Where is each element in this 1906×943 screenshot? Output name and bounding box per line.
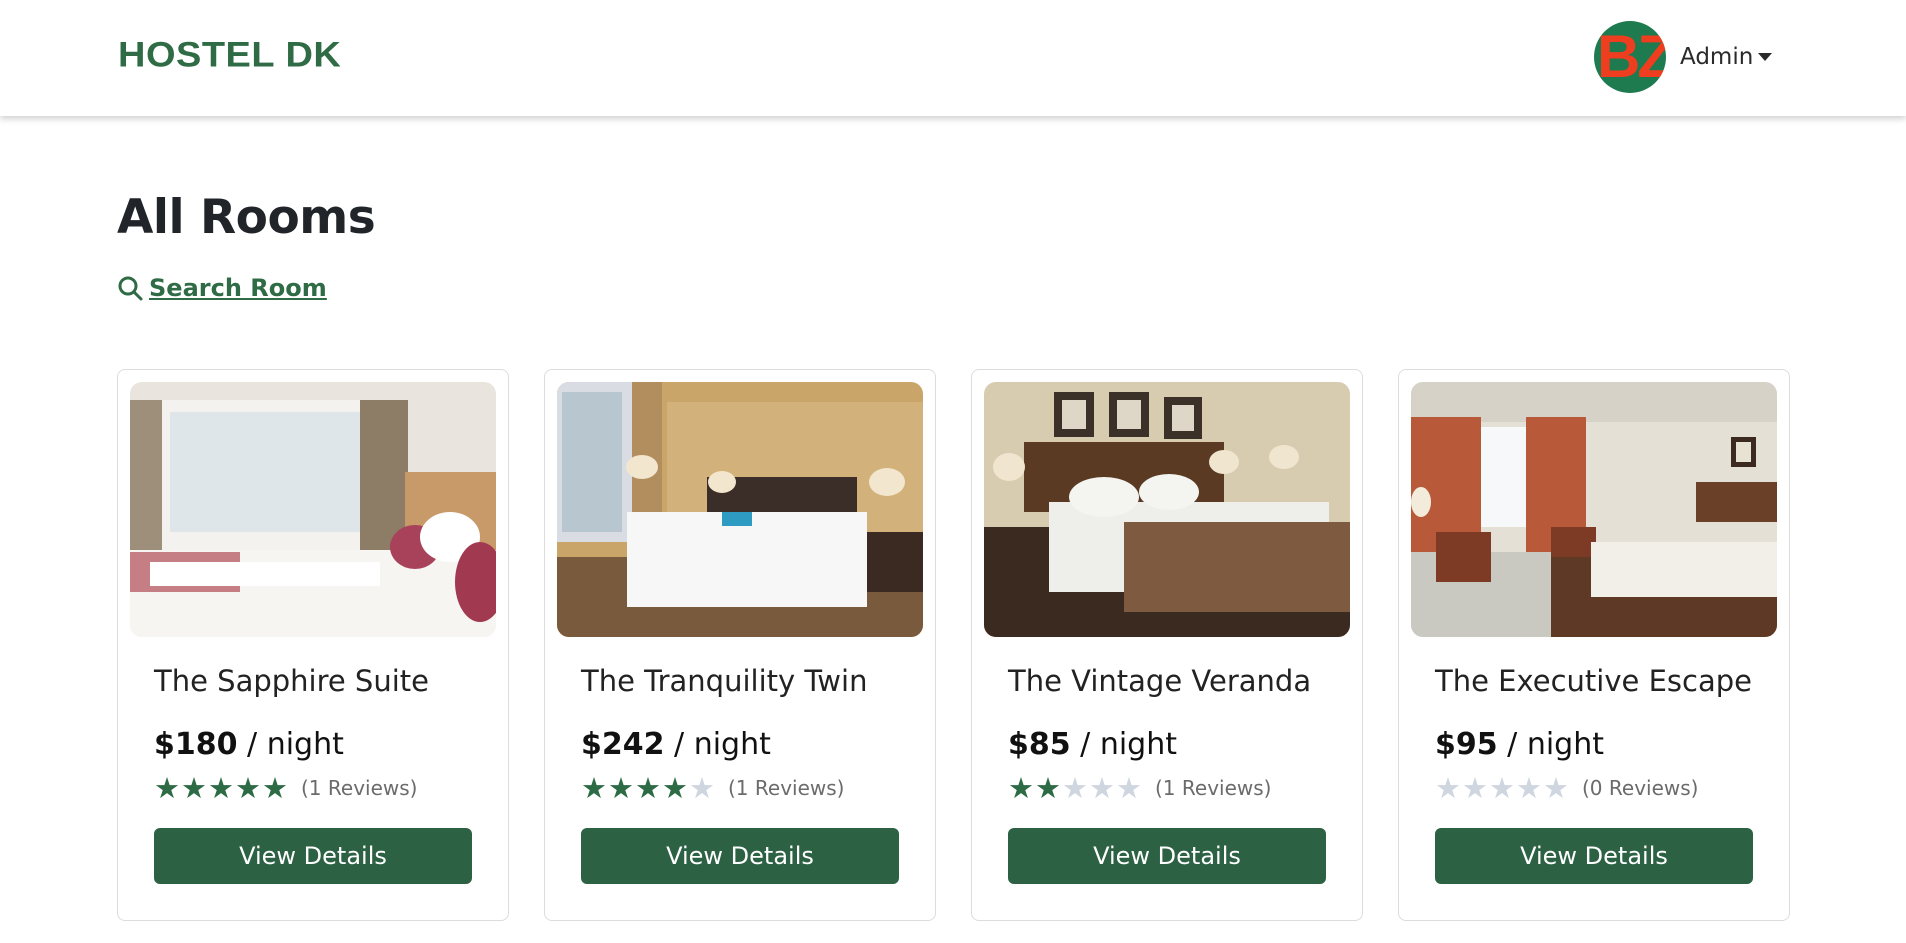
caret-down-icon[interactable] [1758, 53, 1773, 61]
room-card: The Executive Escape $95 / night ★ ★ ★ ★ ★ (0… [1398, 369, 1790, 921]
price-unit: / night [1507, 727, 1604, 762]
star-filled-icon: ★ [608, 771, 634, 805]
star-empty-icon: ★ [1489, 771, 1515, 805]
price-amount: $180 [154, 727, 238, 762]
star-empty-icon: ★ [1543, 771, 1569, 805]
star-empty-icon: ★ [1435, 771, 1461, 805]
star-rating: ★ ★ ★ ★ ★ (0 Reviews) [1435, 773, 1698, 803]
room-photo[interactable] [557, 382, 923, 637]
star-filled-icon: ★ [181, 771, 207, 805]
search-icon [118, 276, 143, 301]
view-details-button[interactable]: View Details [1435, 828, 1753, 884]
review-count: (1 Reviews) [301, 776, 418, 800]
room-photo[interactable] [130, 382, 496, 637]
view-details-button[interactable]: View Details [1008, 828, 1326, 884]
room-card: The Sapphire Suite $180 / night ★ ★ ★ ★ ★ (1 … [117, 369, 509, 921]
star-filled-icon: ★ [635, 771, 661, 805]
star-empty-icon: ★ [689, 771, 715, 805]
view-details-button[interactable]: View Details [581, 828, 899, 884]
room-price: $180 / night [154, 727, 344, 762]
room-photo[interactable] [984, 382, 1350, 637]
star-empty-icon: ★ [1116, 771, 1142, 805]
review-count: (1 Reviews) [1155, 776, 1272, 800]
star-empty-icon: ★ [1516, 771, 1542, 805]
room-price: $95 / night [1435, 727, 1604, 762]
star-empty-icon: ★ [1089, 771, 1115, 805]
star-empty-icon: ★ [1462, 771, 1488, 805]
star-filled-icon: ★ [208, 771, 234, 805]
star-rating: ★ ★ ★ ★ ★ (1 Reviews) [154, 773, 417, 803]
price-amount: $242 [581, 727, 665, 762]
star-filled-icon: ★ [581, 771, 607, 805]
price-amount: $95 [1435, 727, 1498, 762]
avatar-initials: BZ [1597, 23, 1666, 90]
price-unit: / night [247, 727, 344, 762]
review-count: (1 Reviews) [728, 776, 845, 800]
search-room-link[interactable]: Search Room [117, 274, 327, 302]
price-unit: / night [674, 727, 771, 762]
star-rating: ★ ★ ★ ★ ★ (1 Reviews) [581, 773, 844, 803]
view-details-button[interactable]: View Details [154, 828, 472, 884]
room-card: The Vintage Veranda $85 / night ★ ★ ★ ★ ★ (1 … [971, 369, 1363, 921]
star-filled-icon: ★ [1008, 771, 1034, 805]
star-filled-icon: ★ [1035, 771, 1061, 805]
price-unit: / night [1080, 727, 1177, 762]
star-filled-icon: ★ [662, 771, 688, 805]
room-name: The Sapphire Suite [154, 664, 429, 698]
price-amount: $85 [1008, 727, 1071, 762]
room-name: The Executive Escape [1435, 664, 1752, 698]
room-price: $85 / night [1008, 727, 1177, 762]
avatar[interactable]: BZ [1594, 21, 1666, 93]
star-filled-icon: ★ [235, 771, 261, 805]
search-room-label[interactable]: Search Room [149, 274, 327, 302]
room-price: $242 / night [581, 727, 771, 762]
room-name: The Tranquility Twin [581, 664, 868, 698]
user-name[interactable]: Admin [1680, 44, 1753, 70]
room-card: The Tranquility Twin $242 / night ★ ★ ★ ★ ★(… [544, 369, 936, 921]
room-name: The Vintage Veranda [1008, 664, 1312, 698]
room-cards-grid: The Sapphire Suite $180 / night ★ ★ ★ ★ ★ (1 … [117, 369, 1791, 921]
star-empty-icon: ★ [1062, 771, 1088, 805]
review-count: (0 Reviews) [1582, 776, 1699, 800]
star-filled-icon: ★ [154, 771, 180, 805]
room-photo[interactable] [1411, 382, 1777, 637]
star-rating: ★ ★ ★ ★ ★ (1 Reviews) [1008, 773, 1271, 803]
page-title: All Rooms [117, 190, 376, 245]
brand-logo-link[interactable]: HOSTEL DK [118, 36, 341, 76]
navbar: HOSTEL DK BZ Admin [0, 0, 1906, 116]
star-filled-icon: ★ [262, 771, 288, 805]
user-menu-toggle[interactable]: BZ Admin [1594, 21, 1773, 93]
